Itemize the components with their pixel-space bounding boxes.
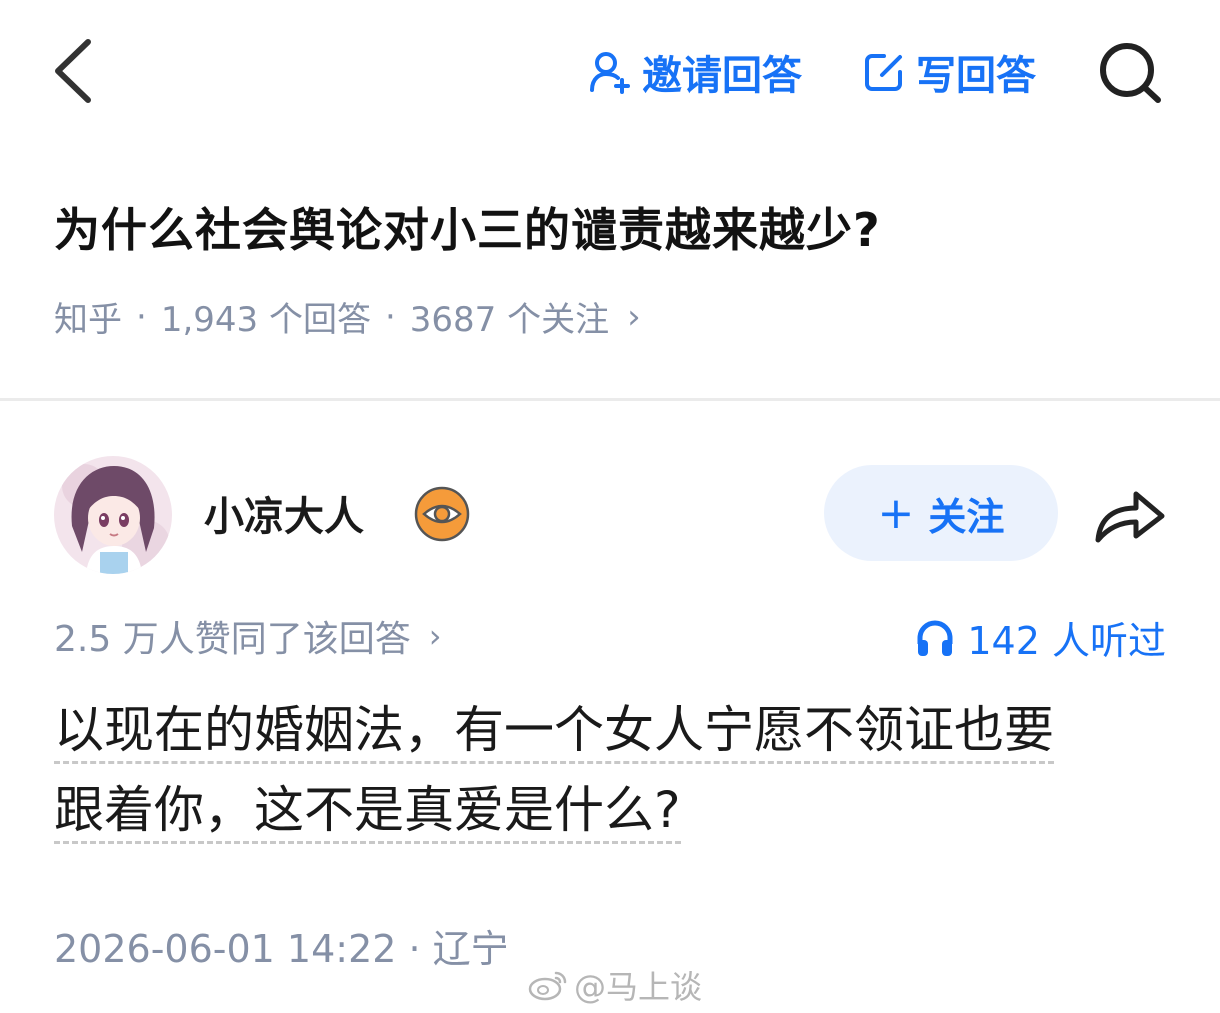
answers-count: 1,943 个回答: [160, 300, 371, 340]
meta-separator: ·: [136, 296, 147, 337]
votes-link[interactable]: 2.5 万人赞同了该回答 ›: [54, 610, 442, 662]
write-answer-label: 写回答: [916, 53, 1036, 99]
follow-button[interactable]: + 关注: [824, 465, 1058, 561]
headphones-icon: [917, 620, 953, 656]
back-button[interactable]: [50, 38, 94, 104]
followers-count: 3687 个关注: [409, 300, 610, 340]
votes-text: 2.5 万人赞同了该回答: [54, 619, 411, 660]
answer-content[interactable]: 以现在的婚姻法，有一个女人宁愿不领证也要 跟着你，这不是真爱是什么?: [54, 690, 1168, 850]
person-plus-icon: [590, 52, 630, 94]
search-button[interactable]: [1096, 40, 1164, 104]
share-arrow-icon: [1095, 491, 1165, 543]
plus-icon: +: [877, 487, 915, 539]
answer-line-2: 跟着你，这不是真爱是什么?: [54, 781, 681, 844]
meta-separator: ·: [384, 296, 396, 337]
avatar-image: [54, 456, 172, 574]
invite-answer-button[interactable]: 邀请回答: [588, 44, 802, 100]
section-divider: [0, 398, 1220, 401]
chevron-right-icon: ›: [627, 296, 641, 337]
write-answer-button[interactable]: 写回答: [862, 44, 1036, 100]
chevron-right-icon: ›: [428, 617, 442, 655]
search-icon: [1100, 43, 1161, 103]
listens-text: 142 人听过: [967, 619, 1166, 663]
weibo-icon: [528, 971, 567, 1001]
source-label: 知乎: [54, 300, 122, 340]
watermark-text: @马上谈: [574, 968, 703, 1006]
edit-icon: [865, 54, 902, 91]
invite-answer-label: 邀请回答: [642, 53, 802, 99]
answer-date-location: 2026-06-01 14:22 · 辽宁: [54, 927, 509, 971]
answer-line-1: 以现在的婚姻法，有一个女人宁愿不领证也要: [54, 701, 1054, 764]
follow-label: 关注: [928, 494, 1005, 539]
author-name[interactable]: 小凉大人: [204, 484, 364, 542]
watermark: @马上谈: [528, 962, 702, 1008]
question-meta[interactable]: 知乎 · 1,943 个回答 · 3687 个关注 ›: [54, 292, 641, 341]
listen-button[interactable]: 142 人听过: [915, 610, 1166, 665]
author-badge: [414, 486, 470, 542]
avatar[interactable]: [54, 456, 172, 574]
eye-badge-icon: [414, 486, 470, 542]
share-button[interactable]: [1092, 484, 1168, 546]
question-title[interactable]: 为什么社会舆论对小三的谴责越来越少?: [54, 194, 881, 260]
chevron-left-icon: [55, 39, 91, 103]
